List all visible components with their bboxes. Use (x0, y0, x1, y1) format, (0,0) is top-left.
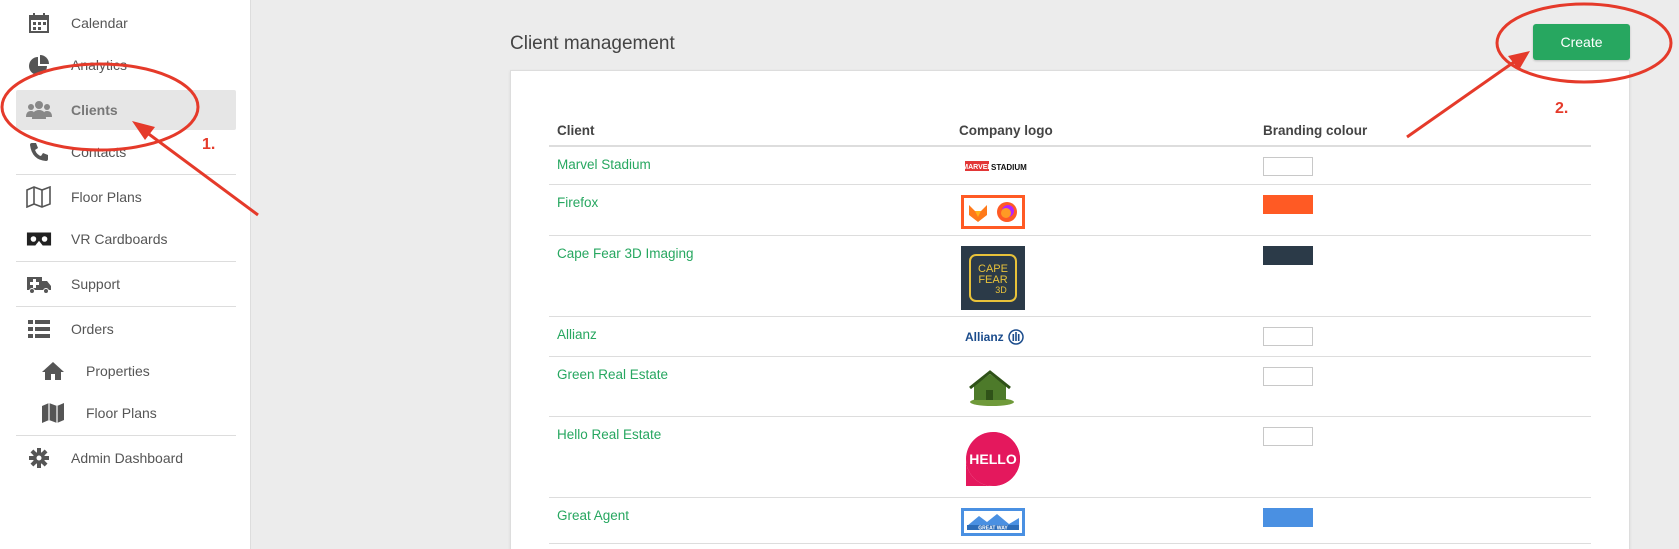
branding-colour-swatch (1263, 366, 1313, 386)
table-row[interactable]: Marvel Stadium MARVEL STADIUM (549, 146, 1591, 185)
svg-text:GREAT WAY: GREAT WAY (978, 525, 1008, 531)
map-icon (40, 400, 66, 426)
branding-colour-swatch (1263, 245, 1313, 265)
sidebar-item-admin-dashboard[interactable]: Admin Dashboard (16, 438, 236, 478)
column-header-client[interactable]: Client (549, 108, 951, 147)
sidebar-item-label: Floor Plans (71, 189, 142, 205)
page-title: Client management (510, 33, 675, 54)
cape-fear-logo: CAPE FEAR 3D (961, 245, 1025, 310)
home-icon (40, 358, 66, 384)
svg-text:3D: 3D (995, 285, 1007, 295)
calendar-icon (26, 10, 52, 36)
sidebar-item-clients[interactable]: Clients (16, 90, 236, 130)
marvel-stadium-logo: MARVEL STADIUM (965, 157, 1247, 175)
sidebar-item-label: Floor Plans (86, 405, 157, 421)
client-link[interactable]: Allianz (557, 327, 597, 342)
annotation-step-1: 1. (202, 136, 216, 153)
list-icon (26, 316, 52, 342)
sidebar-item-label: Properties (86, 363, 150, 379)
sidebar-item-label: Clients (71, 102, 118, 118)
table-row[interactable]: Great Agent GREAT WAY (549, 497, 1591, 544)
pie-chart-icon (26, 52, 52, 78)
gear-icon (26, 445, 52, 471)
branding-colour-swatch (1263, 194, 1313, 214)
client-link[interactable]: Hello Real Estate (557, 427, 661, 442)
svg-text:Allianz: Allianz (965, 330, 1004, 344)
ambulance-icon (26, 271, 52, 297)
branding-colour-swatch (1263, 507, 1313, 527)
sidebar-item-calendar[interactable]: Calendar (16, 3, 236, 43)
svg-text:STADIUM: STADIUM (991, 163, 1027, 172)
sidebar-item-label: Calendar (71, 15, 128, 31)
table-row[interactable]: Hello Real Estate HELLO (549, 416, 1591, 498)
great-way-logo: GREAT WAY (961, 507, 1025, 536)
sidebar-item-support[interactable]: Support (16, 264, 236, 304)
client-link[interactable]: Firefox (557, 195, 598, 210)
sidebar-item-label: Support (71, 276, 121, 292)
sidebar-item-analytics[interactable]: Analytics (16, 45, 236, 85)
vr-headset-icon (26, 226, 52, 252)
clients-table: Client Company logo Branding colour Marv… (549, 108, 1591, 544)
table-header-row: Client Company logo Branding colour (549, 108, 1591, 147)
column-header-branding-colour: Branding colour (1255, 108, 1591, 147)
annotation-arrowhead-2 (1508, 51, 1530, 70)
annotation-step-2: 2. (1555, 100, 1569, 117)
sidebar-item-properties[interactable]: Properties (16, 351, 236, 391)
column-header-logo: Company logo (951, 108, 1255, 147)
branding-colour-swatch (1263, 426, 1313, 446)
sidebar-item-floor-plans[interactable]: Floor Plans (16, 177, 236, 217)
client-link[interactable]: Marvel Stadium (557, 157, 651, 172)
branding-colour-swatch (1263, 326, 1313, 346)
svg-text:HELLO: HELLO (969, 451, 1017, 467)
sidebar-item-label: Analytics (71, 57, 128, 73)
sidebar-item-orders[interactable]: Orders (16, 309, 236, 349)
users-icon (26, 97, 52, 123)
sidebar: Calendar Analytics Clients Contacts Floo… (0, 0, 251, 549)
sidebar-item-label: Contacts (71, 144, 127, 160)
table-row[interactable]: Firefox (549, 184, 1591, 236)
firefox-logo (961, 194, 1025, 229)
svg-text:MARVEL: MARVEL (965, 164, 992, 171)
hello-logo: HELLO (963, 429, 1023, 489)
allianz-logo: Allianz (965, 327, 1247, 347)
sidebar-item-vr-cardboards[interactable]: VR Cardboards (16, 219, 236, 259)
sidebar-item-label: Admin Dashboard (71, 450, 184, 466)
branding-colour-swatch (1263, 157, 1313, 176)
client-link[interactable]: Cape Fear 3D Imaging (557, 246, 694, 261)
table-row[interactable]: Green Real Estate (549, 356, 1591, 417)
green-house-logo (963, 367, 1019, 409)
sidebar-item-label: Orders (71, 321, 114, 337)
client-link[interactable]: Green Real Estate (557, 367, 668, 382)
map-icon (26, 184, 52, 210)
create-button[interactable]: Create (1533, 24, 1630, 60)
table-row[interactable]: Allianz Allianz (549, 316, 1591, 357)
sidebar-item-floor-plans-sub[interactable]: Floor Plans (16, 393, 236, 433)
phone-icon (26, 139, 52, 165)
table-row[interactable]: Cape Fear 3D Imaging CAPE FEAR 3D (549, 235, 1591, 317)
sidebar-item-label: VR Cardboards (71, 231, 168, 247)
client-link[interactable]: Great Agent (557, 508, 629, 523)
